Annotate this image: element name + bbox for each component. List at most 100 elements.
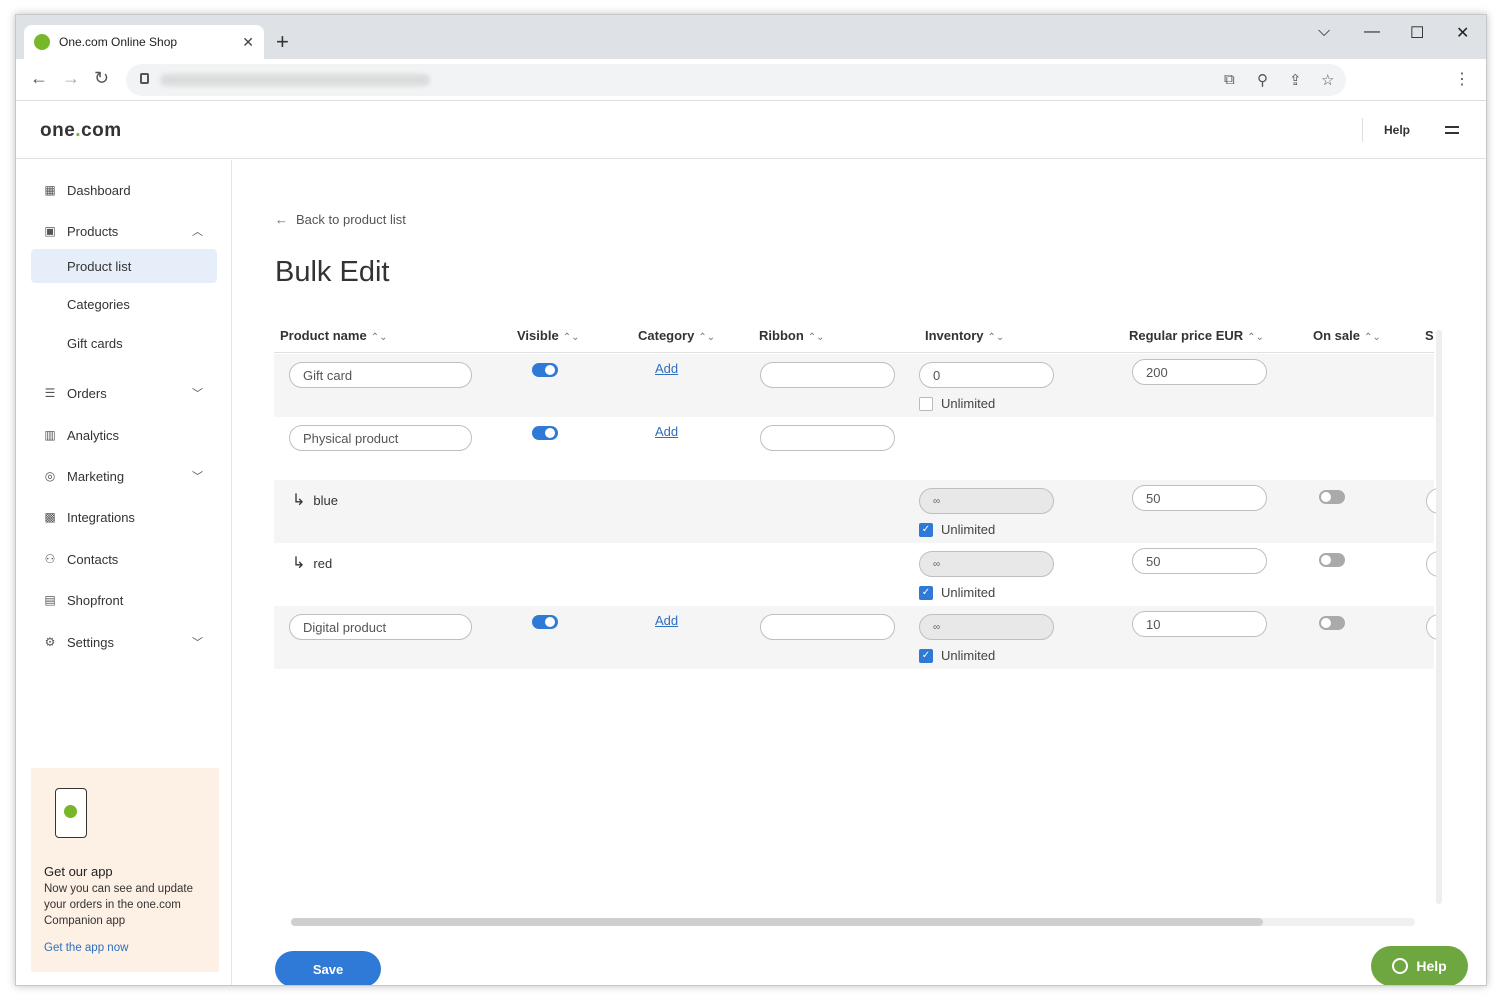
col-category[interactable]: Category ⌃⌄ [638, 328, 715, 343]
unlimited-checkbox[interactable]: ✓ Unlimited [919, 648, 995, 663]
unlimited-checkbox[interactable]: Unlimited [919, 396, 995, 411]
sort-icon: ⌃⌄ [562, 332, 580, 343]
browser-titlebar: One.com Online Shop ✕ + ⌵ — ☐ ✕ [16, 15, 1486, 59]
bar-chart-icon: ▥ [44, 428, 56, 442]
page-title: Bulk Edit [275, 256, 390, 288]
sidebar-item-label: Settings [67, 634, 114, 650]
sort-icon: ⌃⌄ [807, 332, 825, 343]
product-name-input[interactable]: Digital product [289, 614, 472, 640]
people-icon: ⚇ [44, 552, 56, 566]
regular-price-input[interactable]: 200 [1132, 359, 1267, 385]
url-text-blurred [160, 74, 430, 86]
maximize-button[interactable]: ☐ [1410, 23, 1424, 43]
unlimited-checkbox[interactable]: ✓ Unlimited [919, 522, 995, 537]
forward-button[interactable]: → [62, 68, 80, 89]
sort-icon: ⌃⌄ [1247, 332, 1264, 343]
unlimited-checkbox[interactable]: ✓ Unlimited [919, 585, 995, 600]
visible-toggle[interactable] [532, 615, 558, 629]
vertical-scrollbar[interactable] [1436, 330, 1442, 904]
sidebar-item-products[interactable]: ▣ Products ︿ [31, 214, 217, 248]
tab-search-icon[interactable]: ⌵ [1318, 23, 1330, 41]
back-to-product-list-link[interactable]: ← Back to product list [275, 212, 406, 227]
ribbon-input[interactable] [760, 425, 895, 451]
save-button[interactable]: Save [275, 951, 381, 985]
sidebar-item-shopfront[interactable]: ▤ Shopfront [31, 583, 217, 617]
window-close-button[interactable]: ✕ [1456, 23, 1469, 43]
apps-icon: ▩ [44, 510, 56, 524]
sidebar: ▦ Dashboard ▣ Products ︿ Product list Ca… [16, 160, 232, 985]
sidebar-item-label: Integrations [67, 509, 135, 525]
on-sale-toggle[interactable] [1319, 616, 1345, 630]
sidebar-subitem-product-list[interactable]: Product list [31, 249, 217, 283]
visible-toggle[interactable] [532, 426, 558, 440]
col-s-truncated[interactable]: S [1425, 328, 1434, 343]
bookmark-star-icon[interactable]: ☆ [1321, 71, 1334, 89]
header-divider [1362, 118, 1363, 142]
logo-text-left: one [40, 120, 76, 141]
browser-tab[interactable]: One.com Online Shop ✕ [24, 25, 264, 59]
header-help-link[interactable]: Help [1384, 123, 1410, 137]
ribbon-input[interactable] [760, 362, 895, 388]
minimize-button[interactable]: — [1364, 23, 1380, 41]
grid-icon: ▦ [44, 183, 56, 197]
col-ribbon[interactable]: Ribbon ⌃⌄ [759, 328, 825, 343]
sidebar-item-dashboard[interactable]: ▦ Dashboard [31, 173, 217, 207]
regular-price-input[interactable]: 50 [1132, 485, 1267, 511]
sidebar-item-settings[interactable]: ⚙ Settings ﹀ [31, 625, 217, 659]
category-add-link[interactable]: Add [655, 424, 678, 439]
sidebar-item-integrations[interactable]: ▩ Integrations [31, 500, 217, 534]
browser-toolbar: ← → ↻ ⧉ ⚲ ⇪ ☆ ⋮ [16, 59, 1486, 101]
category-add-link[interactable]: Add [655, 613, 678, 628]
category-add-link[interactable]: Add [655, 361, 678, 376]
chat-bubble-icon [1392, 958, 1409, 974]
tab-close-icon[interactable]: ✕ [242, 34, 254, 51]
sidebar-subitem-categories[interactable]: Categories [31, 287, 217, 321]
ribbon-input[interactable] [760, 614, 895, 640]
col-regular-price[interactable]: Regular price EUR ⌃⌄ [1129, 328, 1264, 343]
sidebar-subitem-gift-cards[interactable]: Gift cards [31, 326, 217, 360]
chevron-down-icon: ﹀ [192, 637, 203, 649]
translate-icon[interactable]: ⧉ [1224, 71, 1235, 88]
onecom-logo[interactable]: one.com [40, 120, 122, 142]
col-product-name[interactable]: Product name ⌃⌄ [280, 328, 387, 343]
favicon-icon [34, 34, 50, 50]
col-visible[interactable]: Visible ⌃⌄ [517, 328, 579, 343]
help-chat-button[interactable]: Help [1371, 946, 1468, 985]
chevron-up-icon: ︿ [192, 226, 203, 238]
sort-icon: ⌃⌄ [1363, 332, 1381, 343]
reload-button[interactable]: ↻ [94, 68, 109, 89]
sidebar-item-contacts[interactable]: ⚇ Contacts [31, 542, 217, 576]
inventory-input[interactable]: 0 [919, 362, 1054, 388]
sidebar-item-orders[interactable]: ☰ Orders ﹀ [31, 376, 217, 410]
zoom-icon[interactable]: ⚲ [1257, 71, 1268, 89]
sort-icon: ⌃⌄ [698, 332, 716, 343]
table-row: Physical product Add [274, 417, 1434, 480]
sidebar-item-marketing[interactable]: ◎ Marketing ﹀ [31, 459, 217, 493]
col-on-sale[interactable]: On sale ⌃⌄ [1313, 328, 1381, 343]
product-name-input[interactable]: Physical product [289, 425, 472, 451]
new-tab-button[interactable]: + [276, 29, 289, 55]
box-icon: ▣ [44, 224, 56, 238]
browser-window: One.com Online Shop ✕ + ⌵ — ☐ ✕ ← → ↻ ⧉ … [15, 14, 1487, 986]
on-sale-toggle[interactable] [1319, 490, 1345, 504]
regular-price-input[interactable]: 50 [1132, 548, 1267, 574]
regular-price-input[interactable]: 10 [1132, 611, 1267, 637]
sidebar-item-analytics[interactable]: ▥ Analytics [31, 418, 217, 452]
product-name-input[interactable]: Gift card [289, 362, 472, 388]
get-app-link[interactable]: Get the app now [44, 942, 128, 954]
chevron-down-icon: ﹀ [192, 471, 203, 483]
table-header: Product name ⌃⌄ Visible ⌃⌄ Category ⌃⌄ Ribb… [274, 320, 1434, 353]
back-button[interactable]: ← [30, 68, 48, 89]
variant-arrow-icon: ↳ [292, 492, 306, 509]
horizontal-scrollbar-thumb[interactable] [291, 918, 1263, 926]
visible-toggle[interactable] [532, 363, 558, 377]
browser-menu-icon[interactable]: ⋮ [1454, 69, 1470, 89]
inventory-input-disabled: ∞ [919, 488, 1054, 514]
col-inventory[interactable]: Inventory ⌃⌄ [925, 328, 1004, 343]
share-icon[interactable]: ⇪ [1289, 71, 1302, 89]
hamburger-menu-icon[interactable] [1445, 126, 1459, 134]
lock-icon [140, 73, 149, 84]
address-bar[interactable]: ⧉ ⚲ ⇪ ☆ [126, 64, 1346, 96]
phone-app-icon [55, 788, 87, 838]
on-sale-toggle[interactable] [1319, 553, 1345, 567]
